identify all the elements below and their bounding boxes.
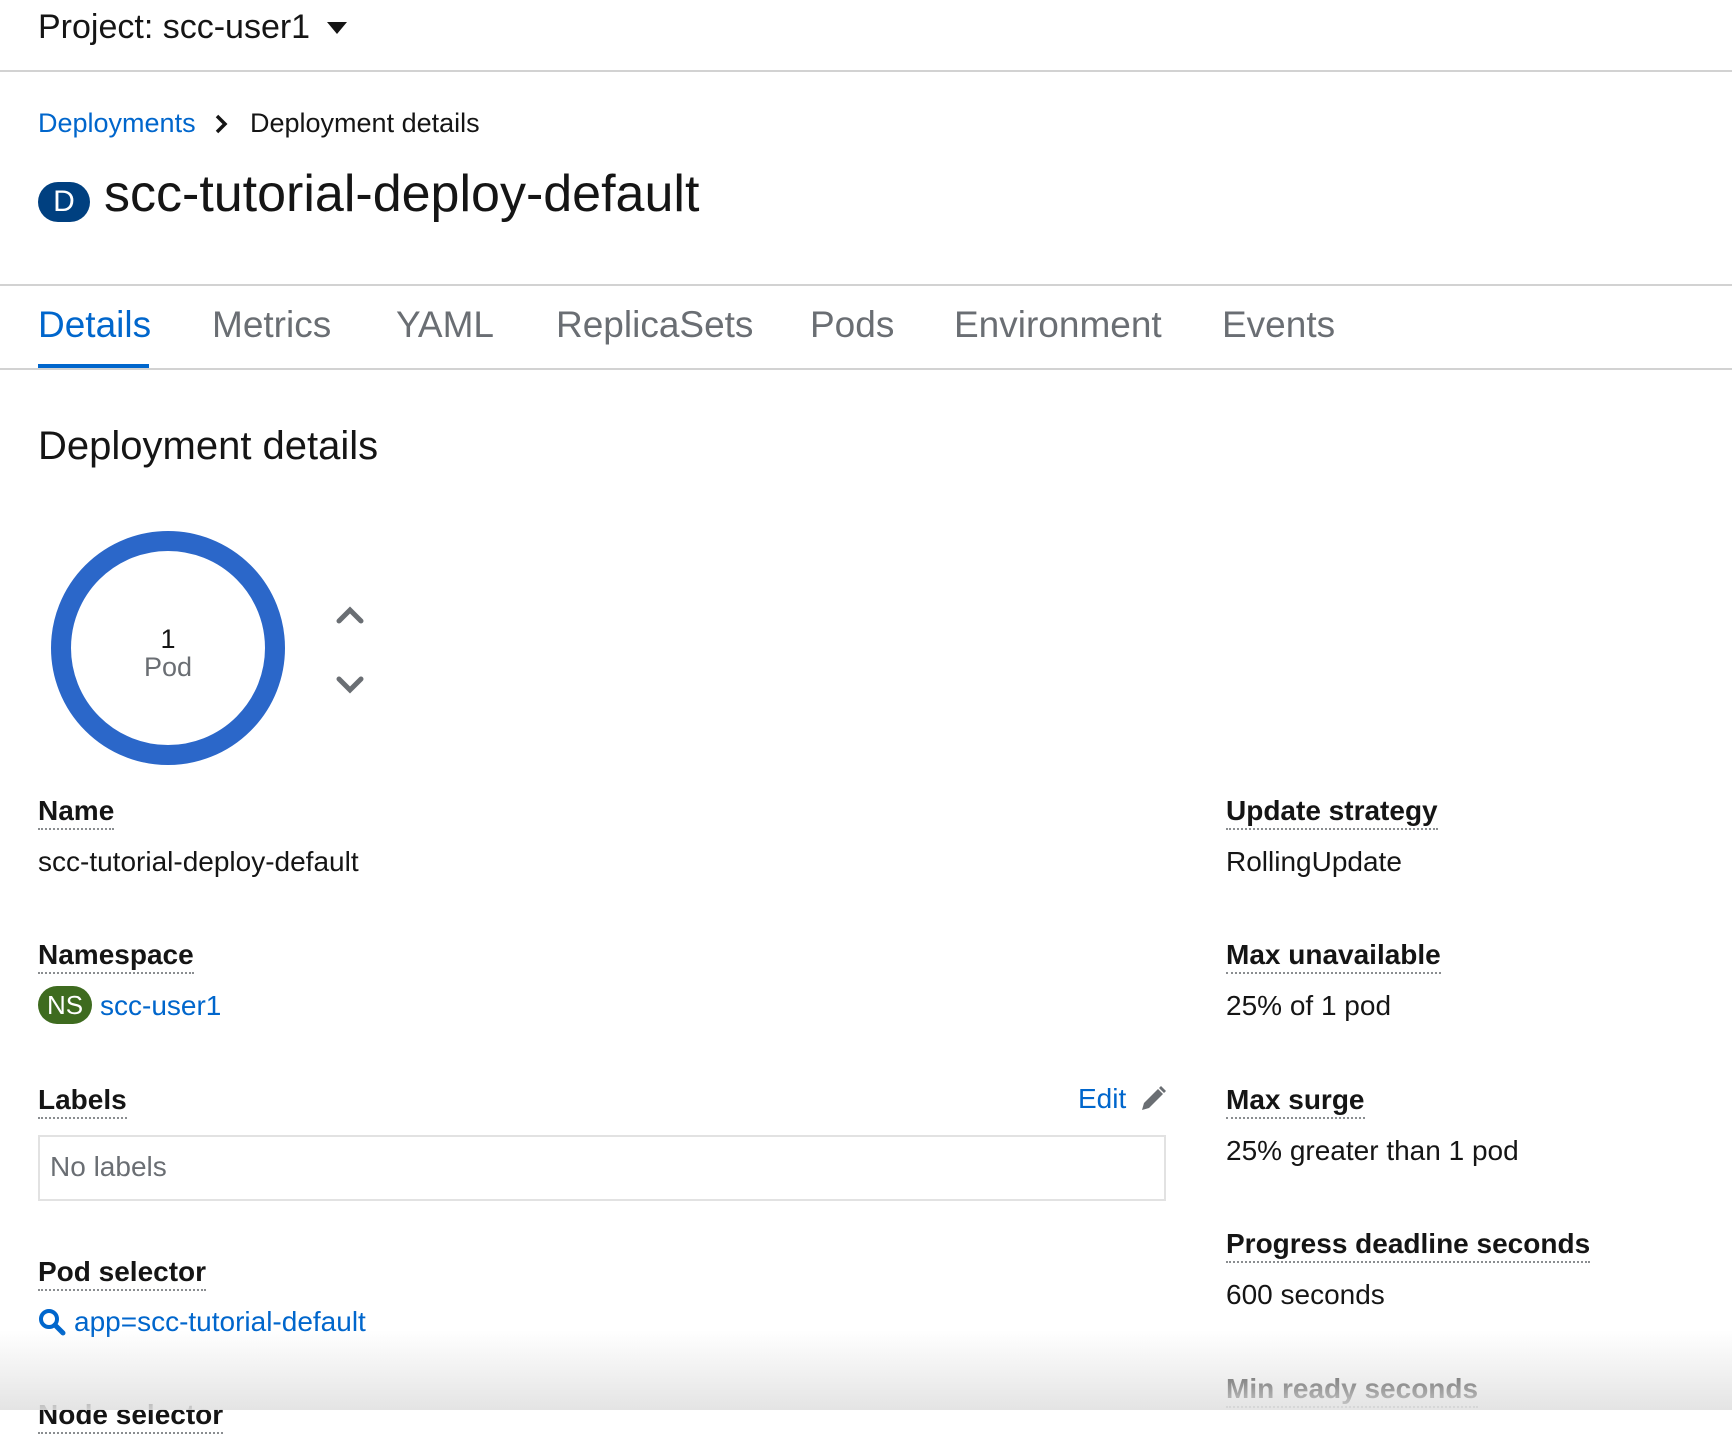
chevron-right-icon (215, 114, 228, 134)
breadcrumb-current: Deployment details (250, 108, 480, 138)
labels-box: No labels (38, 1135, 1166, 1201)
no-labels-text: No labels (50, 1151, 167, 1182)
breadcrumb-deployments-link[interactable]: Deployments (38, 108, 196, 139)
progress-deadline-label: Progress deadline seconds (1226, 1227, 1591, 1263)
tab-replicasets[interactable]: ReplicaSets (556, 304, 753, 346)
tab-pods[interactable]: Pods (810, 304, 894, 346)
update-strategy-value: RollingUpdate (1226, 846, 1402, 877)
tab-details[interactable]: Details (38, 304, 151, 346)
progress-deadline-value: 600 seconds (1226, 1279, 1385, 1310)
node-selector-label: Node selector (38, 1398, 224, 1434)
namespace-link[interactable]: scc-user1 (100, 990, 221, 1022)
edit-labels-link[interactable]: Edit (1078, 1083, 1126, 1115)
max-unavailable-label: Max unavailable (1226, 938, 1441, 974)
pod-count: 1 (160, 624, 176, 654)
scale-down-icon[interactable] (334, 668, 366, 700)
namespace-badge: NS (38, 986, 92, 1024)
tab-bar: Details Metrics YAML ReplicaSets Pods En… (0, 284, 1732, 370)
pod-selector-label: Pod selector (38, 1255, 207, 1291)
max-surge-value: 25% greater than 1 pod (1226, 1135, 1519, 1166)
namespace-label: Namespace (38, 938, 194, 974)
page-title: scc-tutorial-deploy-default (104, 165, 700, 223)
pod-unit: Pod (143, 652, 193, 682)
tab-events[interactable]: Events (1222, 304, 1335, 346)
caret-down-icon[interactable] (325, 20, 349, 36)
search-icon (39, 1309, 66, 1336)
tab-yaml[interactable]: YAML (396, 304, 494, 346)
max-surge-label: Max surge (1226, 1083, 1365, 1119)
active-tab-indicator (38, 364, 149, 368)
min-ready-label: Min ready seconds (1226, 1372, 1479, 1408)
deployment-badge: D (38, 182, 90, 222)
name-label: Name (38, 794, 115, 830)
project-selector[interactable]: Project: scc-user1 (38, 8, 310, 47)
scale-up-icon[interactable] (334, 600, 366, 632)
tab-metrics[interactable]: Metrics (212, 304, 331, 346)
max-unavailable-value: 25% of 1 pod (1226, 990, 1392, 1021)
tab-environment[interactable]: Environment (954, 304, 1162, 346)
pod-selector-link[interactable]: app=scc-tutorial-default (74, 1306, 366, 1338)
name-value: scc-tutorial-deploy-default (38, 846, 359, 877)
labels-label: Labels (38, 1083, 127, 1119)
pencil-icon[interactable] (1138, 1084, 1168, 1114)
update-strategy-label: Update strategy (1226, 794, 1438, 830)
section-title: Deployment details (38, 424, 379, 468)
project-bar: Project: scc-user1 (0, 0, 1732, 72)
